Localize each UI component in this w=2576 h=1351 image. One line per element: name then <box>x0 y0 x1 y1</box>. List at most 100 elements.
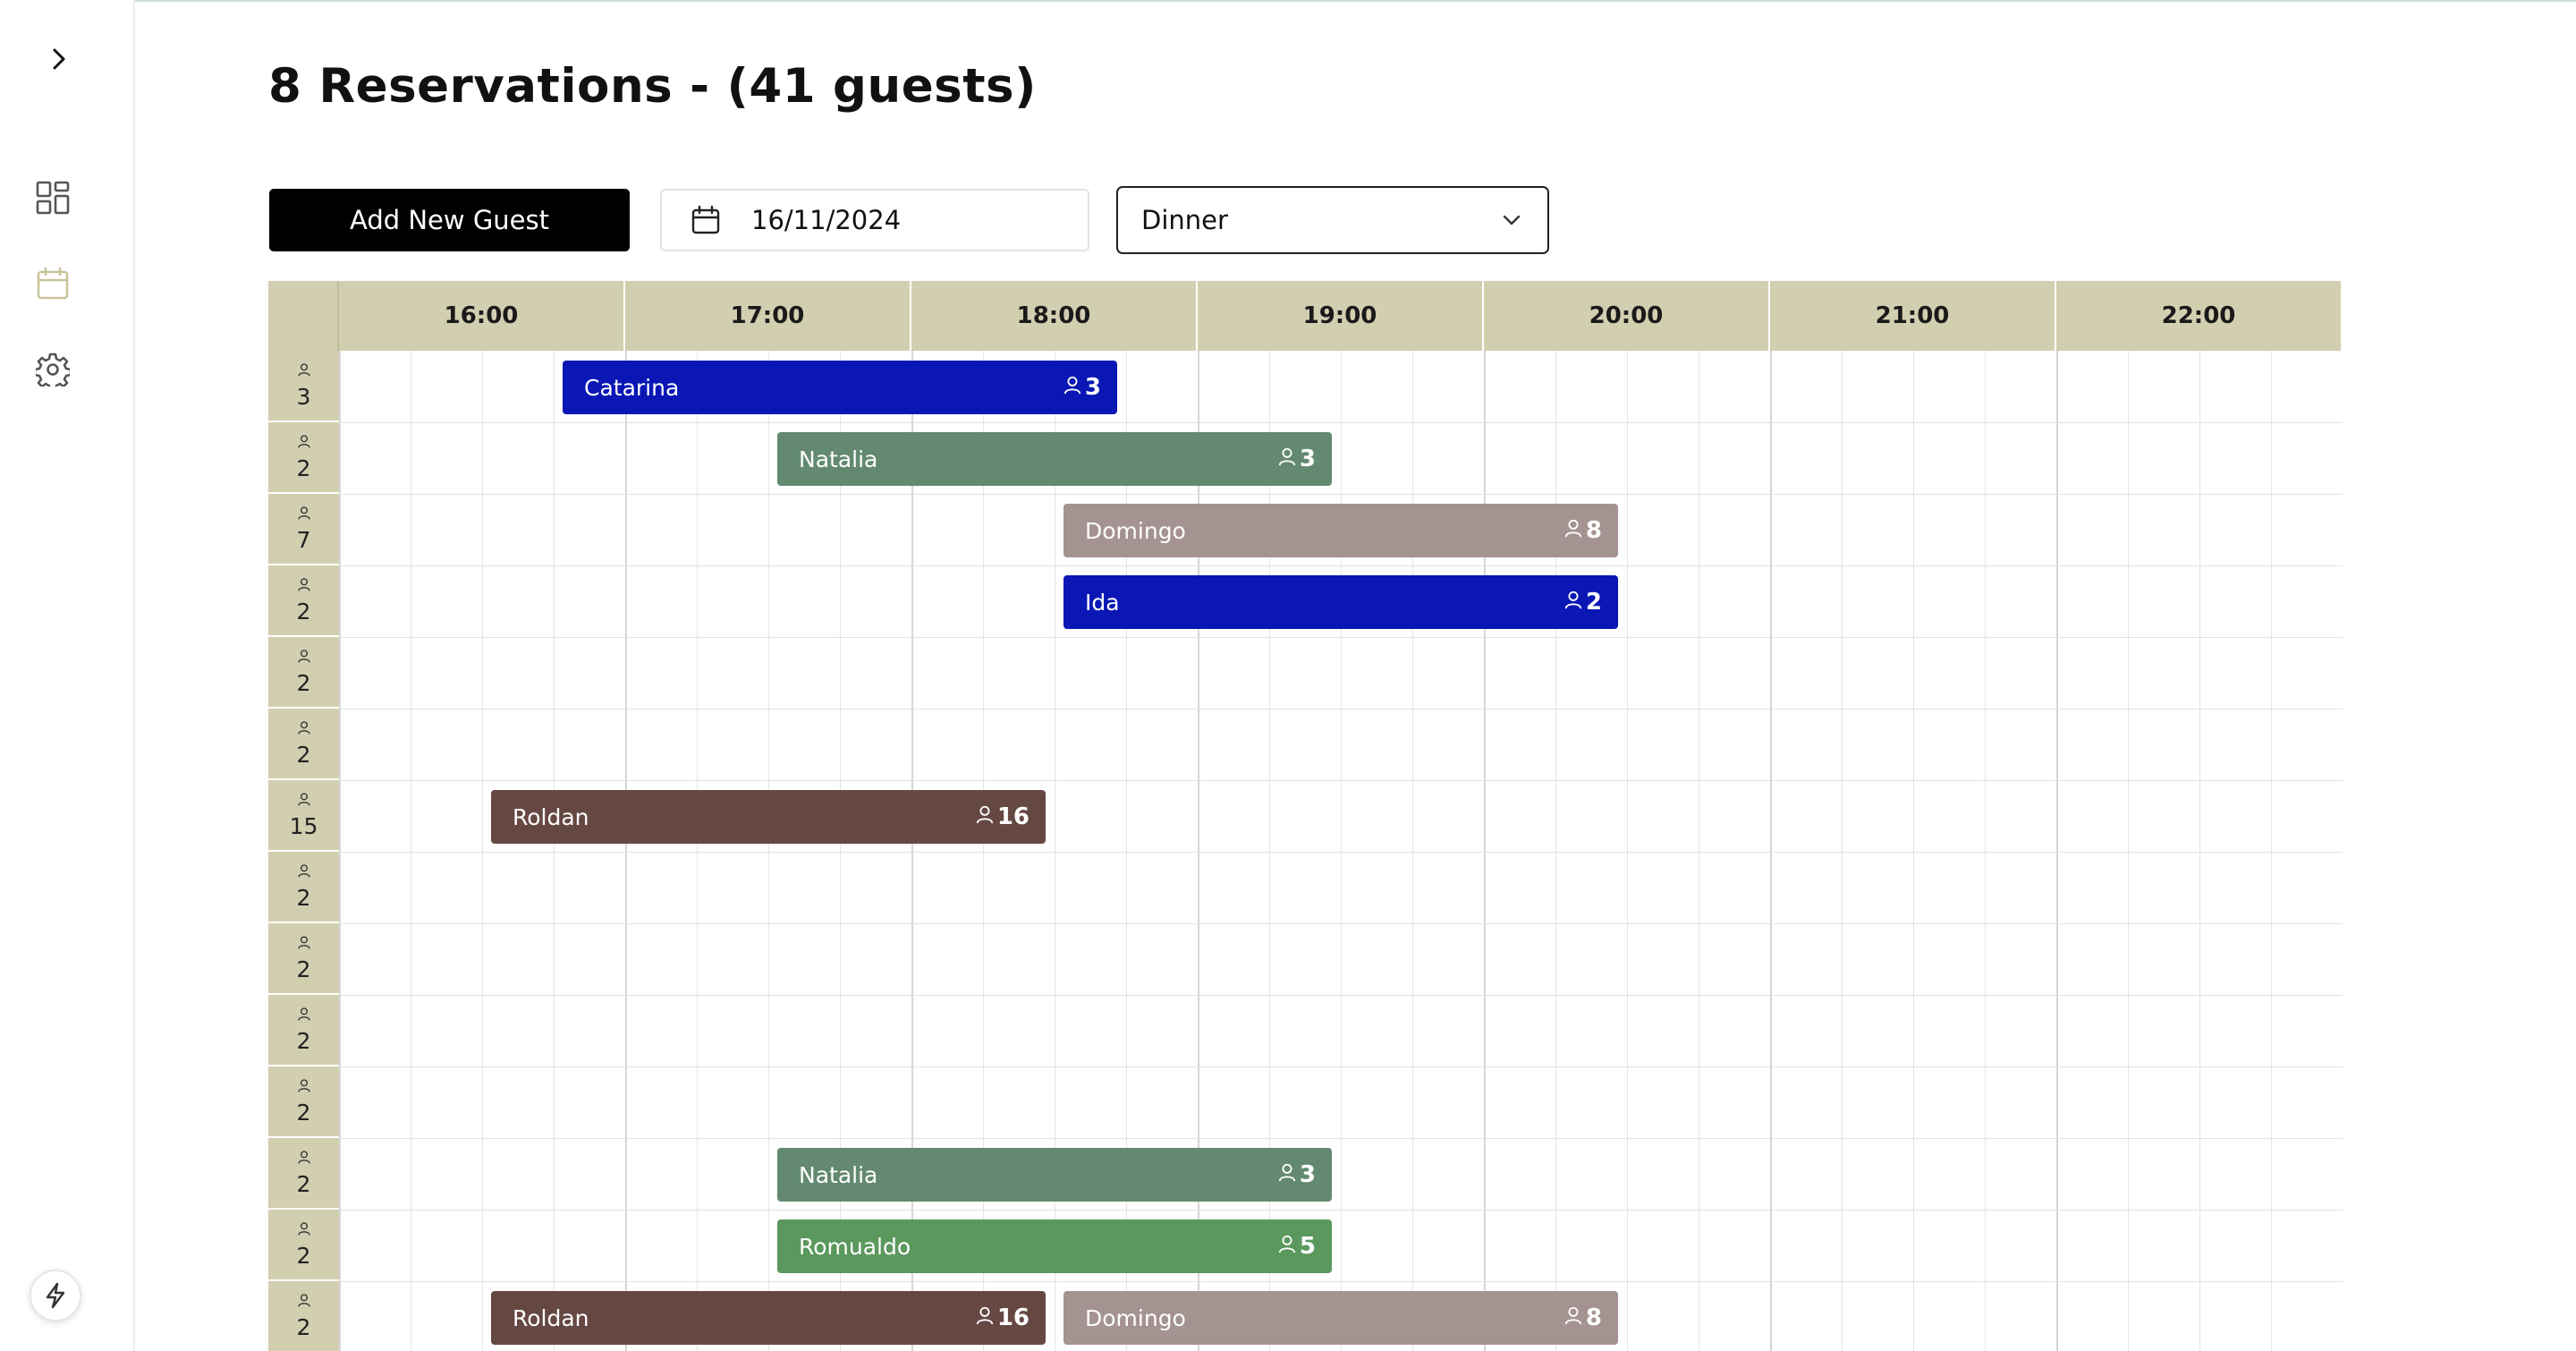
reservation-block[interactable]: Domingo 8 <box>1063 1291 1618 1345</box>
table-capacity: 2 <box>296 598 311 625</box>
service-value: Dinner <box>1141 205 1228 235</box>
person-icon <box>297 1221 311 1239</box>
chevron-right-icon <box>53 48 65 70</box>
reservation-name: Roldan <box>513 1304 589 1331</box>
dashboard-nav-button[interactable] <box>32 177 73 218</box>
table-capacity: 2 <box>296 669 311 696</box>
guest-count-badge: 8 <box>1563 517 1602 544</box>
grid-row-line <box>339 995 2343 996</box>
reservation-name: Catarina <box>584 374 680 401</box>
reservation-name: Natalia <box>799 1161 878 1188</box>
person-icon <box>1277 1233 1297 1260</box>
grid-column-line <box>482 351 483 1351</box>
guest-count: 16 <box>996 803 1030 830</box>
grid-column-line <box>339 351 341 1351</box>
reservation-block[interactable]: Roldan 16 <box>491 1291 1046 1345</box>
guest-count-badge: 16 <box>975 803 1030 830</box>
person-icon <box>297 577 311 595</box>
date-value: 16/11/2024 <box>751 205 902 235</box>
grid-row-line <box>339 637 2343 638</box>
timeline-body: Catarina 3 Natalia 3 Domingo 8 Ida 2 Roldan 16 Nat… <box>339 351 2343 1351</box>
table-capacity-cell: 2 <box>268 923 339 995</box>
guest-count: 8 <box>1585 1304 1602 1331</box>
grid-column-line <box>2056 351 2058 1351</box>
reservation-block[interactable]: Romualdo 5 <box>777 1219 1332 1273</box>
guest-count: 16 <box>996 1304 1030 1331</box>
grid-column-line <box>1627 351 1628 1351</box>
guest-count-badge: 3 <box>1063 374 1101 401</box>
guest-count: 5 <box>1299 1233 1316 1260</box>
table-capacity: 2 <box>296 956 311 982</box>
dashboard-icon <box>36 181 70 215</box>
grid-row-line <box>339 780 2343 781</box>
chevron-down-icon <box>1503 215 1521 225</box>
top-accent-line <box>0 0 2576 2</box>
reservation-block[interactable]: Ida 2 <box>1063 575 1618 629</box>
table-capacity: 7 <box>296 526 311 553</box>
person-icon <box>297 1150 311 1168</box>
page-title: 8 Reservations - (41 guests) <box>268 59 1037 114</box>
hour-label: 19:00 <box>1198 281 1484 351</box>
settings-icon <box>36 353 70 387</box>
grid-row-line <box>339 494 2343 495</box>
table-capacity-cell: 2 <box>268 852 339 923</box>
add-new-guest-button[interactable]: Add New Guest <box>269 189 630 251</box>
reservation-name: Domingo <box>1085 1304 1186 1331</box>
grid-column-line <box>1913 351 1914 1351</box>
person-icon <box>297 362 311 380</box>
hour-label: 20:00 <box>1484 281 1770 351</box>
table-capacity: 15 <box>289 812 318 839</box>
reservation-name: Natalia <box>799 446 878 472</box>
person-icon <box>1563 1304 1583 1331</box>
person-icon <box>297 649 311 667</box>
guest-count: 3 <box>1299 1161 1316 1188</box>
reservation-block[interactable]: Domingo 8 <box>1063 504 1618 557</box>
date-picker[interactable]: 16/11/2024 <box>660 189 1089 251</box>
table-capacity-cell: 2 <box>268 637 339 709</box>
grid-column-line <box>1484 351 1486 1351</box>
expand-sidebar-button[interactable] <box>39 39 79 79</box>
reservation-name: Romualdo <box>799 1233 911 1260</box>
table-capacity-cell: 2 <box>268 1066 339 1138</box>
grid-column-line <box>1412 351 1413 1351</box>
quick-action-button[interactable] <box>30 1270 81 1321</box>
table-capacity: 2 <box>296 1242 311 1269</box>
bolt-icon <box>46 1282 65 1309</box>
person-icon <box>297 506 311 523</box>
hour-label: 18:00 <box>911 281 1198 351</box>
table-capacity-cell: 2 <box>268 1210 339 1281</box>
table-capacity-cell: 2 <box>268 709 339 780</box>
table-capacity: 3 <box>296 383 311 410</box>
grid-row-line <box>339 923 2343 924</box>
reservation-block[interactable]: Catarina 3 <box>563 361 1117 414</box>
grid-column-line <box>768 351 769 1351</box>
reservation-block[interactable]: Natalia 3 <box>777 1148 1332 1202</box>
grid-column-line <box>2199 351 2200 1351</box>
hour-label: 21:00 <box>1770 281 2056 351</box>
grid-row-line <box>339 1281 2343 1282</box>
guest-count: 2 <box>1585 589 1602 616</box>
grid-column-line <box>625 351 627 1351</box>
grid-row-line <box>339 1138 2343 1139</box>
reservation-name: Domingo <box>1085 517 1186 544</box>
guest-count-badge: 2 <box>1563 589 1602 616</box>
service-select[interactable]: Dinner <box>1116 186 1549 254</box>
settings-nav-button[interactable] <box>32 349 73 390</box>
grid-row-line <box>339 422 2343 423</box>
table-capacity: 2 <box>296 741 311 768</box>
table-capacity: 2 <box>296 1099 311 1126</box>
person-icon <box>975 1304 995 1331</box>
guest-count-badge: 3 <box>1277 1161 1316 1188</box>
calendar-nav-button[interactable] <box>32 263 73 304</box>
reservation-block[interactable]: Roldan 16 <box>491 790 1046 844</box>
grid-column-line <box>2271 351 2272 1351</box>
table-capacity-cell: 3 <box>268 351 339 422</box>
calendar-icon <box>691 205 720 234</box>
reservation-name: Roldan <box>513 803 589 830</box>
person-icon <box>1277 1161 1297 1188</box>
table-capacity-cell: 15 <box>268 780 339 852</box>
person-icon <box>297 1007 311 1024</box>
reservation-block[interactable]: Natalia 3 <box>777 432 1332 486</box>
timeline-corner <box>268 281 339 351</box>
person-icon <box>1563 589 1583 616</box>
